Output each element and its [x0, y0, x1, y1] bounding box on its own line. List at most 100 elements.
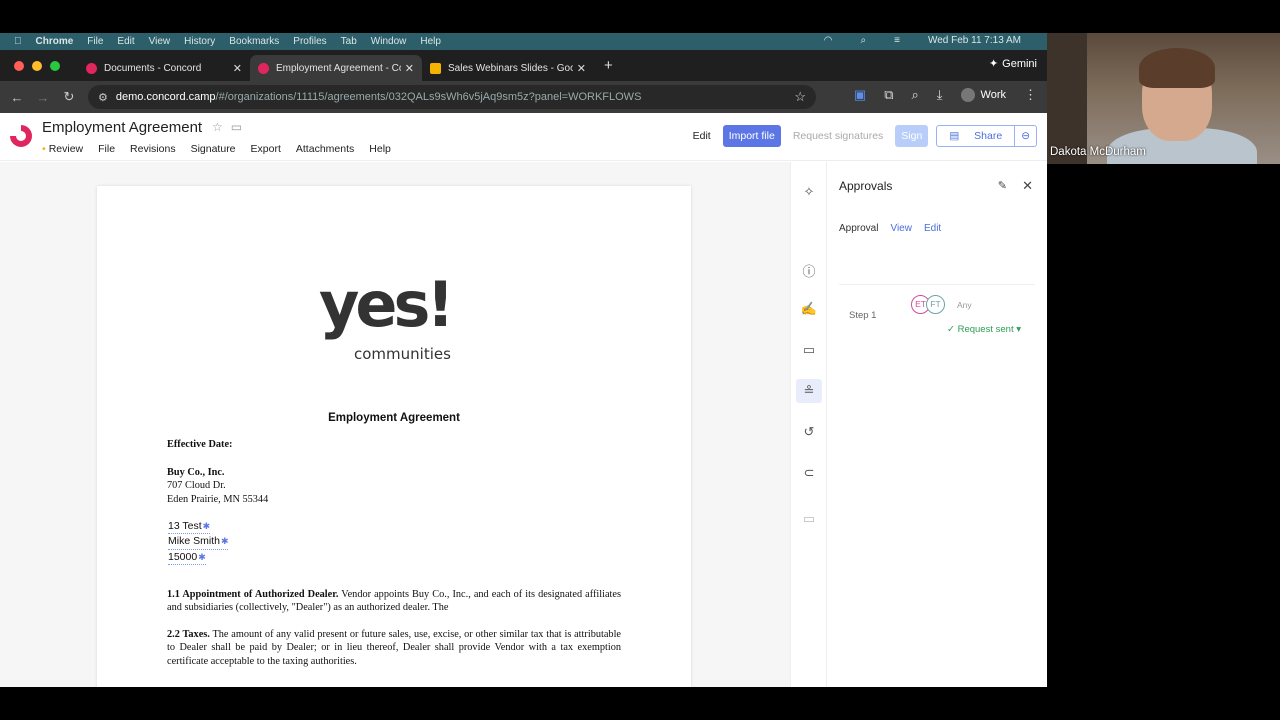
menu-export[interactable]: Export — [251, 143, 281, 155]
import-file-button[interactable]: Import file — [722, 125, 781, 147]
url-path: /#/organizations/11115/agreements/032QAL… — [215, 91, 642, 103]
menu-help[interactable]: Help — [420, 36, 441, 47]
menu-signature[interactable]: Signature — [191, 143, 236, 155]
app-header: Employment Agreement ☆ ▭ Review File Rev… — [0, 113, 1047, 161]
section-heading: 2.2 Taxes. — [167, 629, 210, 640]
signature-icon[interactable]: ✍ — [791, 301, 827, 317]
favorite-star-icon[interactable]: ☆ — [212, 120, 223, 134]
menu-file[interactable]: File — [98, 143, 115, 155]
reload-icon[interactable]: ↻ — [56, 89, 82, 105]
field-value: 13 Test — [168, 520, 202, 532]
apple-icon[interactable]:  — [14, 36, 22, 47]
status-badge: ✓ Request sent — [947, 324, 1014, 335]
copy-link-icon[interactable]: ⊖ — [1014, 126, 1036, 146]
menu-history[interactable]: History — [184, 36, 215, 47]
menu-help[interactable]: Help — [369, 143, 391, 155]
document-heading: Employment Agreement — [328, 412, 460, 424]
request-signatures-button[interactable]: Request signatures — [789, 126, 887, 146]
extension-icon[interactable]: ▣ — [854, 87, 866, 103]
menu-file[interactable]: File — [87, 36, 103, 47]
tab-title: Sales Webinars Slides - Goog — [448, 62, 573, 74]
profile-label: Work — [980, 89, 1006, 101]
download-icon[interactable]: ⤓ — [937, 87, 943, 103]
fillable-fields: 13 Test✱ Mike Smith✱ 15000✱ — [168, 519, 229, 565]
sign-button[interactable]: Sign — [895, 125, 929, 147]
approval-mode: Any — [957, 300, 972, 310]
section-2-2: 2.2 Taxes. The amount of any valid prese… — [167, 628, 621, 668]
status-dropdown[interactable]: ✓ Request sent ▾ — [947, 324, 1021, 335]
share-button[interactable]: ▤ Share — [937, 126, 1014, 146]
tab-sales-webinars[interactable]: Sales Webinars Slides - Goog ✕ — [422, 55, 594, 81]
tab-strip: Documents - Concord ✕ Employment Agreeme… — [0, 50, 1047, 81]
site-info-icon[interactable]: ⚙ — [98, 91, 108, 104]
history-icon[interactable]: ↺ — [791, 424, 827, 440]
share-group: ▤ Share ⊖ — [936, 125, 1037, 147]
bookmark-star-icon[interactable]: ☆ — [794, 89, 806, 105]
minimize-window-button[interactable] — [32, 60, 42, 71]
wifi-icon[interactable]: ◠ — [824, 35, 833, 46]
field-amount[interactable]: 15000✱ — [168, 550, 206, 565]
control-center-icon[interactable]: ≡ — [894, 35, 900, 46]
edit-button[interactable]: Edit — [689, 126, 715, 146]
menu-attachments[interactable]: Attachments — [296, 143, 354, 155]
tab-search-icon[interactable]: ⌕ — [912, 87, 919, 103]
section-heading: 1.1 Appointment of Authorized Dealer. — [167, 589, 339, 600]
close-window-button[interactable] — [14, 60, 24, 71]
field-address[interactable]: 13 Test✱ — [168, 519, 211, 535]
pin-icon[interactable]: ✎ — [998, 179, 1007, 192]
forward-arrow-icon[interactable]: → — [30, 90, 56, 105]
puzzle-icon[interactable]: ⧉ — [884, 87, 893, 103]
close-icon[interactable]: ✕ — [1022, 178, 1033, 194]
field-value: 15000 — [168, 550, 198, 563]
logo-text: yes! — [319, 268, 455, 341]
menu-view[interactable]: View — [149, 36, 171, 47]
new-tab-button[interactable]: + — [604, 57, 613, 74]
gemini-button[interactable]: ✦ Gemini — [988, 57, 1037, 71]
tab-view[interactable]: View — [890, 223, 912, 234]
close-tab-icon[interactable]: ✕ — [577, 62, 586, 75]
back-arrow-icon[interactable]: ← — [4, 90, 30, 105]
toolbar-actions: ▣ ⧉ ⌕ ⤓ Work ⋮ — [854, 87, 1037, 103]
clock[interactable]: Wed Feb 11 7:13 AM — [928, 35, 1021, 46]
title-icons: ☆ ▭ — [212, 120, 242, 134]
attachment-icon[interactable]: ⊂ — [791, 465, 827, 481]
menu-bookmarks[interactable]: Bookmarks — [229, 36, 279, 47]
concord-logo[interactable] — [10, 125, 32, 147]
chevron-down-icon: ▾ — [1016, 324, 1022, 335]
profile-button[interactable]: Work — [960, 88, 1006, 102]
approvals-icon[interactable]: ≗ — [796, 379, 822, 403]
status-area: ◠ ⌕ ≡ Wed Feb 11 7:13 AM — [824, 35, 1035, 46]
tab-employment-agreement[interactable]: Employment Agreement - Co ✕ — [250, 55, 422, 81]
tab-approval[interactable]: Approval — [839, 223, 878, 234]
address-bar[interactable]: ⚙ demo.concord.camp/#/organizations/1111… — [88, 85, 816, 109]
search-icon[interactable]: ⌕ — [861, 35, 867, 46]
ai-sparkle-icon[interactable]: ✧ — [791, 184, 827, 200]
tab-documents[interactable]: Documents - Concord ✕ — [78, 55, 250, 81]
page-title[interactable]: Employment Agreement — [42, 119, 202, 136]
zoom-window-button[interactable] — [50, 60, 60, 71]
menu-window[interactable]: Window — [371, 36, 407, 47]
address-line: 707 Cloud Dr. — [167, 480, 226, 492]
tab-edit[interactable]: Edit — [924, 223, 941, 234]
info-icon[interactable]: ⓘ — [791, 261, 827, 280]
menu-review[interactable]: Review — [42, 143, 83, 155]
comments-icon[interactable]: ▭ — [791, 342, 827, 358]
field-name[interactable]: Mike Smith✱ — [168, 534, 229, 550]
person-hair — [1139, 48, 1215, 88]
menu-edit[interactable]: Edit — [117, 36, 134, 47]
folder-icon[interactable]: ▭ — [231, 120, 242, 134]
menu-app-name[interactable]: Chrome — [36, 36, 74, 47]
fields-icon[interactable]: ▭ — [791, 511, 827, 527]
avatar[interactable]: FT — [926, 295, 945, 314]
document-page[interactable]: yes! communities Employment Agreement Ef… — [97, 186, 691, 687]
approver-avatars: ET FT — [911, 295, 945, 314]
sparkle-icon: ✦ — [988, 58, 999, 70]
menu-revisions[interactable]: Revisions — [130, 143, 176, 155]
menu-tab[interactable]: Tab — [341, 36, 357, 47]
close-tab-icon[interactable]: ✕ — [405, 62, 414, 75]
close-tab-icon[interactable]: ✕ — [233, 62, 242, 75]
kebab-menu-icon[interactable]: ⋮ — [1024, 87, 1037, 103]
menu-profiles[interactable]: Profiles — [293, 36, 326, 47]
side-rail: ✧ ⓘ ✍ ▭ ≗ ↺ ⊂ ▭ — [790, 162, 827, 687]
url-host: demo.concord.camp — [115, 91, 216, 103]
